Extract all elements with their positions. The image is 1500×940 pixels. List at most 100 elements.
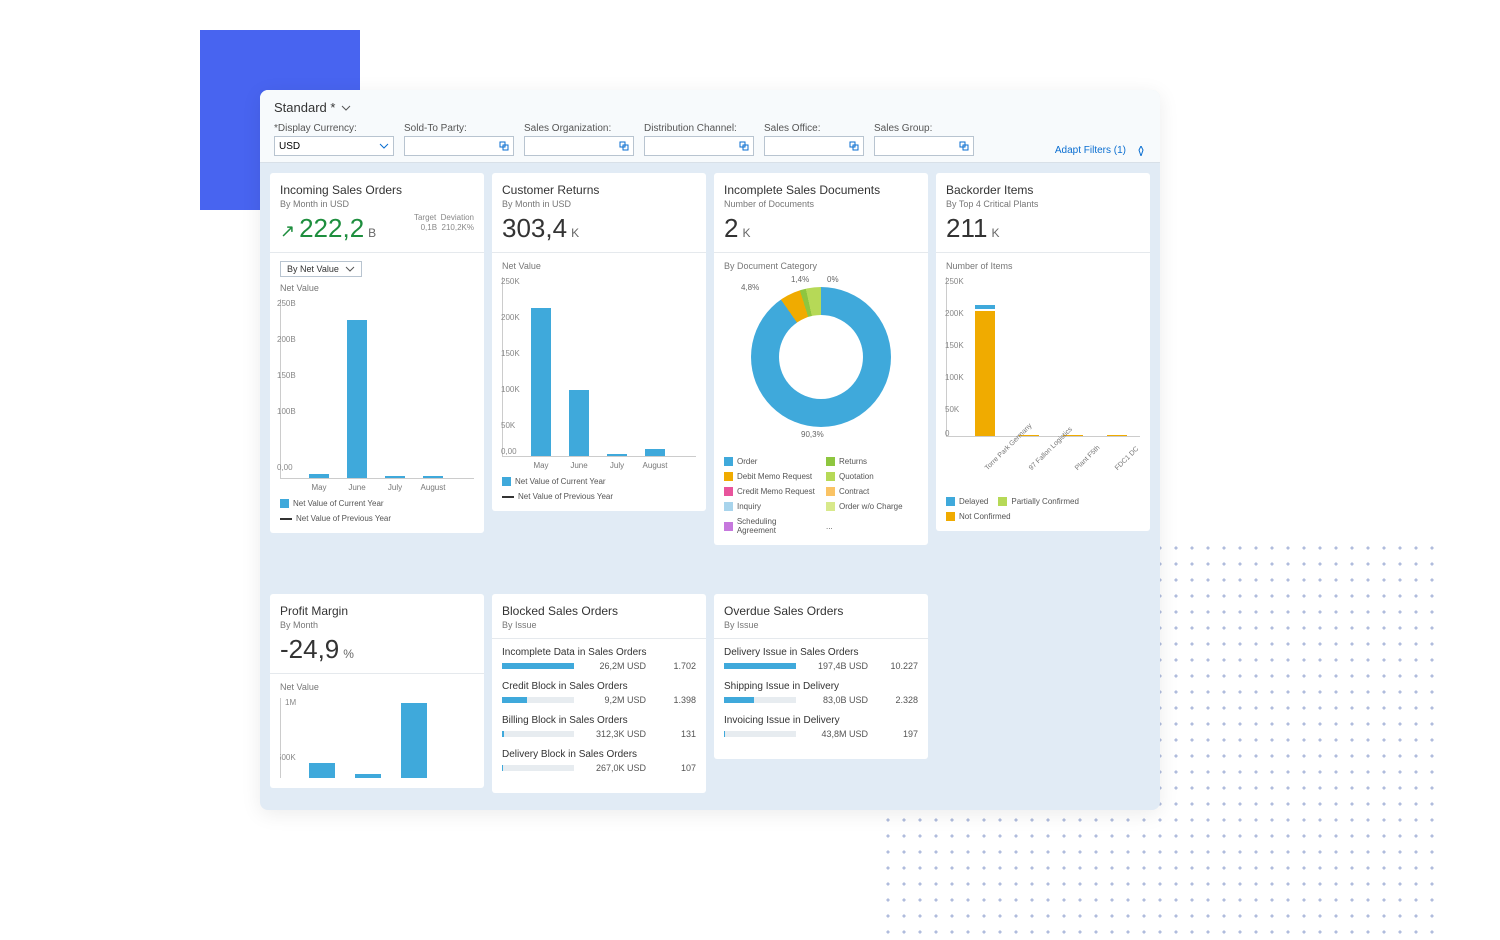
legend-item: Returns [826, 457, 918, 466]
returns-bar-chart: 250K 200K 150K 100K 50K 0,00 May June Ju… [502, 277, 696, 501]
chart-section-label: By Document Category [724, 261, 918, 271]
chart-section-label: Net Value [280, 682, 474, 692]
card-customer-returns[interactable]: Customer Returns By Month in USD 303,4 K… [492, 173, 706, 511]
legend-item: Not Confirmed [946, 512, 1011, 521]
value-help-icon [499, 141, 509, 151]
card-title: Profit Margin [280, 604, 474, 618]
issue-row[interactable]: Billing Block in Sales Orders 312,3K USD 1… [502, 715, 696, 739]
chevron-down-icon [341, 103, 351, 113]
issue-value: 197,4B USD [804, 661, 868, 671]
dashboard-app: Standard * *Display Currency: USD Sold-T… [260, 90, 1160, 810]
legend-item: Order [724, 457, 816, 466]
issue-count: 131 [654, 729, 696, 739]
kpi-value: 303,4 K [502, 213, 696, 244]
profit-bar-chart: 1M 500K [280, 698, 474, 778]
pin-icon[interactable] [1136, 146, 1146, 156]
filter-bar: Standard * *Display Currency: USD Sold-T… [260, 90, 1160, 163]
currency-select[interactable]: USD [274, 136, 394, 156]
issue-value: 312,3K USD [582, 729, 646, 739]
incoming-bar-chart: 250B 200B 150B 100B 0,00 May June July A… [280, 299, 474, 523]
variant-label: Standard * [274, 100, 335, 115]
filter-label: Sales Office: [764, 123, 864, 134]
legend-item: Debit Memo Request [724, 472, 816, 481]
sold-to-input[interactable] [404, 136, 514, 156]
issue-count: 197 [876, 729, 918, 739]
legend-item: Net Value of Previous Year [502, 492, 613, 501]
issue-bar [502, 663, 574, 669]
issue-title: Delivery Block in Sales Orders [502, 749, 696, 760]
legend-item: Net Value of Current Year [502, 477, 606, 486]
card-subtitle: By Month in USD [502, 199, 696, 209]
issue-count: 1.702 [654, 661, 696, 671]
issue-title: Credit Block in Sales Orders [502, 681, 696, 692]
issue-row[interactable]: Shipping Issue in Delivery 83,0B USD 2.328 [724, 681, 918, 705]
donut-chart: 90,3% 4,8% 1,4% 0% [724, 277, 918, 437]
value-help-icon [849, 141, 859, 151]
kpi-value: ↗ 222,2 B [280, 213, 376, 244]
filter-sales-office: Sales Office: [764, 123, 864, 156]
card-title: Incoming Sales Orders [280, 183, 474, 197]
issue-title: Shipping Issue in Delivery [724, 681, 918, 692]
card-backorder-items[interactable]: Backorder Items By Top 4 Critical Plants… [936, 173, 1150, 531]
legend-item: Scheduling Agreement [724, 517, 816, 535]
variant-selector[interactable]: Standard * [274, 100, 1146, 115]
issue-bar [502, 765, 574, 771]
card-subtitle: By Month [280, 620, 474, 630]
issue-row[interactable]: Delivery Block in Sales Orders 267,0K USD… [502, 749, 696, 773]
filter-dist-channel: Distribution Channel: [644, 123, 754, 156]
legend-item: Quotation [826, 472, 918, 481]
chevron-down-icon [345, 264, 355, 274]
filter-sold-to: Sold-To Party: [404, 123, 514, 156]
dist-channel-input[interactable] [644, 136, 754, 156]
card-incomplete-docs[interactable]: Incomplete Sales Documents Number of Doc… [714, 173, 928, 545]
filter-currency: *Display Currency: USD [274, 123, 394, 156]
kpi-value: 2 K [724, 213, 918, 244]
issue-value: 267,0K USD [582, 763, 646, 773]
issue-count: 10.227 [876, 661, 918, 671]
measure-selector[interactable]: By Net Value [280, 261, 362, 277]
chevron-down-icon [379, 141, 389, 151]
issue-bar [724, 697, 796, 703]
value-help-icon [959, 141, 969, 151]
legend-item: Contract [826, 487, 918, 496]
card-title: Blocked Sales Orders [502, 604, 696, 618]
legend-item: Order w/o Charge [826, 502, 918, 511]
kpi-value: -24,9 % [280, 634, 474, 665]
sales-org-input[interactable] [524, 136, 634, 156]
issue-count: 107 [654, 763, 696, 773]
issue-title: Billing Block in Sales Orders [502, 715, 696, 726]
card-title: Customer Returns [502, 183, 696, 197]
sales-group-input[interactable] [874, 136, 974, 156]
legend-item: Net Value of Previous Year [280, 514, 391, 523]
value-help-icon [739, 141, 749, 151]
issue-row[interactable]: Credit Block in Sales Orders9,2M USD1.39… [502, 681, 696, 705]
card-blocked-orders[interactable]: Blocked Sales Orders By Issue Incomplete… [492, 594, 706, 793]
card-subtitle: By Month in USD [280, 199, 474, 209]
target-deviation: Target Deviation 0,1B 210,2K% [414, 213, 474, 234]
chart-section-label: Net Value [502, 261, 696, 271]
legend-item: Net Value of Current Year [280, 499, 384, 508]
card-title: Overdue Sales Orders [724, 604, 918, 618]
adapt-filters-link[interactable]: Adapt Filters (1) [1055, 145, 1126, 156]
issue-row[interactable]: Invoicing Issue in Delivery43,8M USD197 [724, 715, 918, 739]
issue-value: 26,2M USD [582, 661, 646, 671]
card-title: Incomplete Sales Documents [724, 183, 918, 197]
legend-item: Inquiry [724, 502, 816, 511]
card-incoming-sales[interactable]: Incoming Sales Orders By Month in USD ↗ … [270, 173, 484, 533]
card-subtitle: Number of Documents [724, 199, 918, 209]
value-help-icon [619, 141, 629, 151]
sales-office-input[interactable] [764, 136, 864, 156]
issue-row[interactable]: Delivery Issue in Sales Orders 197,4B USD… [724, 647, 918, 671]
card-profit-margin[interactable]: Profit Margin By Month -24,9 % Net Value… [270, 594, 484, 788]
issue-value: 83,0B USD [804, 695, 868, 705]
trend-up-icon: ↗ [280, 221, 295, 242]
issue-count: 2.328 [876, 695, 918, 705]
kpi-value: 211 K [946, 213, 1140, 244]
backorder-bar-chart: 250K 200K 150K 100K 50K 0 Torre Park Ger… [946, 277, 1140, 521]
card-overdue-orders[interactable]: Overdue Sales Orders By Issue Delivery I… [714, 594, 928, 759]
issue-title: Incomplete Data in Sales Orders [502, 647, 696, 658]
issue-value: 43,8M USD [804, 729, 868, 739]
card-title: Backorder Items [946, 183, 1140, 197]
issue-title: Delivery Issue in Sales Orders [724, 647, 918, 658]
issue-row[interactable]: Incomplete Data in Sales Orders 26,2M USD… [502, 647, 696, 671]
